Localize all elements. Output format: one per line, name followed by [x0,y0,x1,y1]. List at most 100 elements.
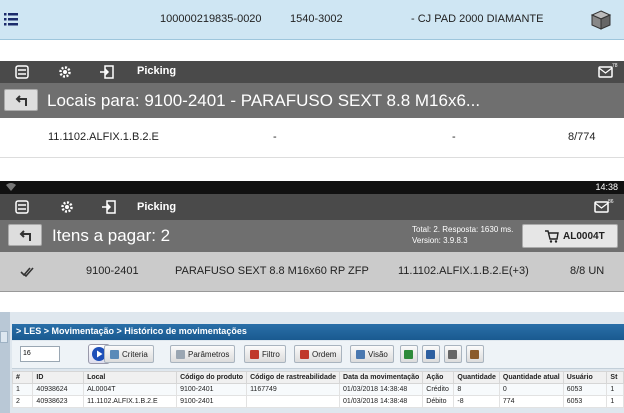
excel-export-button[interactable] [400,345,418,363]
criteria-label: Criteria [122,349,148,359]
table-cell: 1 [606,395,624,408]
embed-icon [448,349,457,359]
table-cell [246,395,341,408]
table-cell: 1 [606,383,624,396]
parameters-icon [176,349,185,359]
item-qty: 8/8 UN [570,265,605,277]
filter-button[interactable]: Filtro [244,345,286,363]
table-row[interactable]: 2 40938623 11.1102.ALFIX.1.B.2.E 9100-24… [11,395,624,408]
breadcrumb: > LES > Movimentação > Histórico de movi… [16,326,247,336]
wifi-icon [6,183,16,191]
login-icon[interactable] [99,64,115,80]
table-header-row: # ID Local Código do produto Código de r… [11,371,624,384]
gear-icon[interactable] [57,64,73,80]
page-size-value: 16 [23,350,31,357]
edit-icon [470,349,479,359]
total-response: Total: 2. Resposta: 1630 ms. [412,225,514,234]
status-time: 14:38 [595,182,618,192]
boxes-icon[interactable] [588,7,614,33]
view-icon [356,349,365,359]
table-cell: 01/03/2018 14:38:48 [339,383,424,396]
item-description: PARAFUSO SEXT 8.8 M16x60 RP ZFP [175,265,369,277]
order-icon [300,349,309,359]
col-header[interactable]: Local [83,371,178,384]
table-cell: 8 [453,383,500,396]
table-cell: AL0004T [83,383,178,396]
list-menu-icon[interactable] [4,12,18,26]
table-cell: 1 [11,383,34,396]
table-cell: 774 [498,395,564,408]
item-description: - CJ PAD 2000 DIAMANTE [411,13,544,25]
criteria-icon [110,349,119,359]
view-label: Visão [368,349,388,359]
col-header[interactable]: Código de rastreabilidade [246,371,341,384]
item-ref: 1540-3002 [290,13,343,25]
side-panel [0,312,10,413]
table-cell: Débito [422,395,455,408]
edit-button[interactable] [466,345,484,363]
col-header[interactable]: Ação [422,371,455,384]
cart-icon [545,230,559,243]
embed-button[interactable] [444,345,462,363]
table-row[interactable]: 1 40938624 AL0004T 9100-2401 1167749 01/… [11,383,624,396]
list-icon[interactable] [14,199,30,215]
parameters-label: Parâmetros [188,349,230,359]
col-header[interactable]: Data da movimentação [339,371,424,384]
save-icon [426,349,435,359]
table-cell: Crédito [422,383,455,396]
location-col3: - [452,131,456,143]
login-icon[interactable] [101,199,117,215]
location-col2: - [273,131,277,143]
table-cell: 40938623 [32,395,85,408]
page-size-select[interactable]: 16 [20,346,60,362]
locations-header: Locais para: 9100-2401 - PARAFUSO SEXT 8… [0,83,624,118]
item-code: 9100-2401 [86,265,139,277]
back-button[interactable] [4,89,38,111]
col-header[interactable]: Quantidade [453,371,500,384]
table-cell: 0 [498,383,564,396]
list-icon[interactable] [14,64,30,80]
item-row-panel[interactable]: 100000219835-0020 1540-3002 - CJ PAD 200… [0,0,624,40]
side-toggle-button[interactable] [0,331,8,343]
table-cell: 11.1102.ALFIX.1.B.2.E [83,395,178,408]
col-header[interactable]: Usuário [562,371,608,384]
table-cell: 40938624 [32,383,85,396]
order-button[interactable]: Ordem [294,345,343,363]
gear-icon[interactable] [59,199,75,215]
table-cell: 6053 [562,383,608,396]
table-cell: 9100-2401 [176,395,248,408]
double-check-icon [20,267,34,278]
location-row[interactable]: 11.1102.ALFIX.1.B.2.E - - 8/774 [0,118,624,158]
col-header[interactable]: Quantidade atual [498,371,564,384]
item-to-pay-row[interactable]: 9100-2401 PARAFUSO SEXT 8.8 M16x60 RP ZF… [0,252,624,292]
breadcrumb-bar: > LES > Movimentação > Histórico de movi… [12,324,624,340]
cart-label: AL0004T [563,231,605,242]
view-button[interactable]: Visão [350,345,394,363]
cart-button[interactable]: AL0004T [522,224,618,248]
criteria-button[interactable]: Criteria [104,345,154,363]
filter-icon [250,349,259,359]
android-status-bar: 14:38 [0,181,624,194]
col-header[interactable]: Código do produto [176,371,248,384]
col-header[interactable]: St [606,371,624,384]
mail-count: 86 [608,199,614,205]
table-cell: 6053 [562,395,608,408]
col-header[interactable]: # [11,371,34,384]
grid-toolbar: 16 Criteria Parâmetros Filtro Ordem Visã… [12,341,624,369]
table-cell: -8 [453,395,500,408]
location-code: 11.1102.ALFIX.1.B.2.E [48,131,159,143]
table-cell: 2 [11,395,34,408]
col-header[interactable]: ID [32,371,85,384]
toolbar-title: Picking [137,201,177,213]
table-cell: 9100-2401 [176,383,248,396]
toolbar-title: Picking [137,65,177,77]
back-button[interactable] [8,224,42,246]
back-arrow-icon [15,95,27,106]
parameters-button[interactable]: Parâmetros [170,345,236,363]
back-arrow-icon [19,230,31,241]
item-location: 11.1102.ALFIX.1.B.2.E(+3) [398,265,529,277]
table-cell: 01/03/2018 14:38:48 [339,395,424,408]
items-title: Itens a pagar: 2 [52,226,171,245]
save-button[interactable] [422,345,440,363]
version-label: Version: 3.9.8.3 [412,236,468,245]
